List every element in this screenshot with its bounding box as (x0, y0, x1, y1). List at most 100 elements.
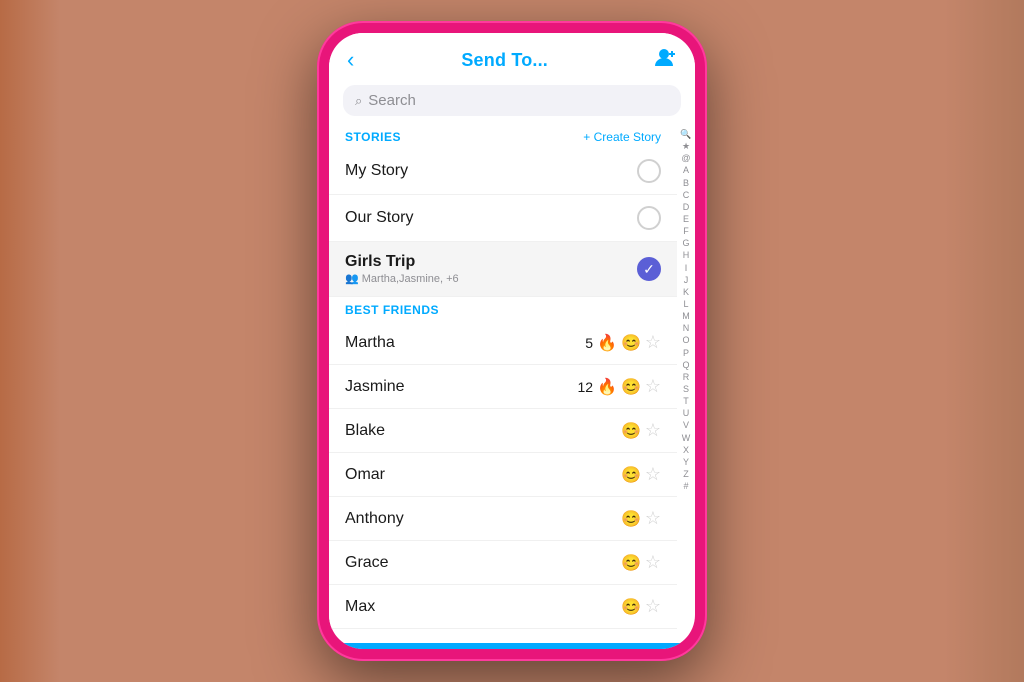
alpha-item[interactable]: C (683, 189, 690, 201)
star-icon[interactable]: ☆ (645, 464, 661, 485)
story-checkbox-checked[interactable]: ✓ (637, 257, 661, 281)
list-item[interactable]: Blake 😊 ☆ (329, 409, 677, 453)
item-right: ✓ (637, 257, 661, 281)
streak-count: 12 (577, 379, 593, 395)
list-item[interactable]: Anthony 😊 ☆ (329, 497, 677, 541)
item-name: Blake (345, 422, 385, 440)
item-name: Jasmine (345, 378, 405, 396)
alpha-item[interactable]: I (685, 262, 688, 274)
item-name: My Story (345, 162, 408, 180)
list-item[interactable]: Martha 5 🔥 😊 ☆ (329, 321, 677, 365)
item-left: Jasmine (345, 378, 405, 396)
list-item[interactable]: Omar 😊 ☆ (329, 453, 677, 497)
stories-section-header: STORIES + Create Story (329, 124, 677, 148)
item-left: Max (345, 598, 375, 616)
item-name: Our Story (345, 209, 413, 227)
alpha-item[interactable]: X (683, 444, 689, 456)
item-left: Our Story (345, 209, 413, 227)
phone: ‹ Send To... ⌕ Search STORIES (317, 21, 707, 661)
list-item[interactable]: Max 😊 ☆ (329, 585, 677, 629)
star-icon[interactable]: ☆ (645, 376, 661, 397)
alpha-item[interactable]: G (682, 237, 689, 249)
star-icon[interactable]: ☆ (645, 508, 661, 529)
alpha-item[interactable]: H (683, 249, 690, 261)
alpha-item[interactable]: J (684, 274, 689, 286)
smile-emoji: 😊 (621, 465, 641, 485)
list-area: STORIES + Create Story My Story Our Stor… (329, 124, 677, 643)
item-sub: 👥 Martha,Jasmine, +6 (345, 272, 459, 285)
alpha-item[interactable]: # (683, 480, 688, 492)
back-button[interactable]: ‹ (347, 47, 354, 73)
alpha-item[interactable]: Z (683, 468, 689, 480)
alpha-item[interactable]: B (683, 177, 689, 189)
alpha-item[interactable]: D (683, 201, 690, 213)
alpha-item[interactable]: S (683, 383, 689, 395)
list-item[interactable]: Our Story (329, 195, 677, 242)
item-name: Girls Trip (345, 253, 459, 271)
item-left: Anthony (345, 510, 404, 528)
fire-emoji: 🔥 (597, 377, 617, 397)
phone-screen: ‹ Send To... ⌕ Search STORIES (329, 33, 695, 649)
alphabet-sidebar: 🔍★@ABCDEFGHIJKLMNOPQRSTUVWXYZ# (677, 124, 695, 643)
item-left: Blake (345, 422, 385, 440)
item-right: 😊 ☆ (621, 552, 661, 573)
star-icon[interactable]: ☆ (645, 596, 661, 617)
alpha-item[interactable]: O (682, 334, 689, 346)
item-name: Martha (345, 334, 395, 352)
stories-label: STORIES (345, 130, 401, 144)
alpha-item[interactable]: ★ (682, 140, 690, 152)
alpha-item[interactable]: W (682, 432, 691, 444)
alpha-item[interactable]: M (682, 310, 690, 322)
item-left: My Story (345, 162, 408, 180)
search-bar[interactable]: ⌕ Search (343, 85, 681, 116)
item-name: Omar (345, 466, 385, 484)
smile-emoji: 😊 (621, 597, 641, 617)
item-left: Grace (345, 554, 389, 572)
smile-emoji: 😊 (621, 509, 641, 529)
list-item[interactable]: Jasmine 12 🔥 😊 ☆ (329, 365, 677, 409)
alpha-item[interactable]: R (683, 371, 690, 383)
item-right: 5 🔥 😊 ☆ (585, 332, 661, 353)
alpha-item[interactable]: T (683, 395, 689, 407)
alpha-item[interactable]: V (683, 419, 689, 431)
search-placeholder-text: Search (368, 92, 416, 109)
star-icon[interactable]: ☆ (645, 552, 661, 573)
background-blur-right (944, 0, 1024, 682)
item-name: Anthony (345, 510, 404, 528)
star-icon[interactable]: ☆ (645, 332, 661, 353)
item-left: Omar (345, 466, 385, 484)
smile-emoji: 😊 (621, 421, 641, 441)
list-item[interactable]: My Story (329, 148, 677, 195)
alpha-item[interactable]: N (683, 322, 690, 334)
alpha-item[interactable]: L (683, 298, 688, 310)
alpha-item[interactable]: Y (683, 456, 689, 468)
header: ‹ Send To... (329, 33, 695, 81)
smile-emoji: 😊 (621, 333, 641, 353)
screen-title: Send To... (461, 50, 548, 71)
story-checkbox[interactable] (637, 206, 661, 230)
streak-count: 5 (585, 335, 593, 351)
alpha-item[interactable]: K (683, 286, 689, 298)
bottom-bar (329, 643, 695, 649)
star-icon[interactable]: ☆ (645, 420, 661, 441)
item-right: 😊 ☆ (621, 464, 661, 485)
item-left: Martha (345, 334, 395, 352)
alpha-item[interactable]: E (683, 213, 689, 225)
create-story-button[interactable]: + Create Story (583, 130, 661, 144)
alpha-item[interactable]: P (683, 347, 689, 359)
list-item[interactable]: Girls Trip 👥 Martha,Jasmine, +6 ✓ (329, 242, 677, 297)
alpha-item[interactable]: F (683, 225, 689, 237)
alpha-item[interactable]: Q (682, 359, 689, 371)
alpha-item[interactable]: @ (681, 152, 690, 164)
alpha-item[interactable]: 🔍 (680, 128, 691, 140)
story-checkbox[interactable] (637, 159, 661, 183)
add-user-button[interactable] (655, 47, 677, 73)
best-friends-label: BEST FRIENDS (345, 303, 439, 317)
item-right (637, 159, 661, 183)
alpha-item[interactable]: A (683, 164, 689, 176)
list-item[interactable]: Grace 😊 ☆ (329, 541, 677, 585)
item-left: Girls Trip 👥 Martha,Jasmine, +6 (345, 253, 459, 285)
alpha-item[interactable]: U (683, 407, 690, 419)
smile-emoji: 😊 (621, 377, 641, 397)
fire-emoji: 🔥 (597, 333, 617, 353)
